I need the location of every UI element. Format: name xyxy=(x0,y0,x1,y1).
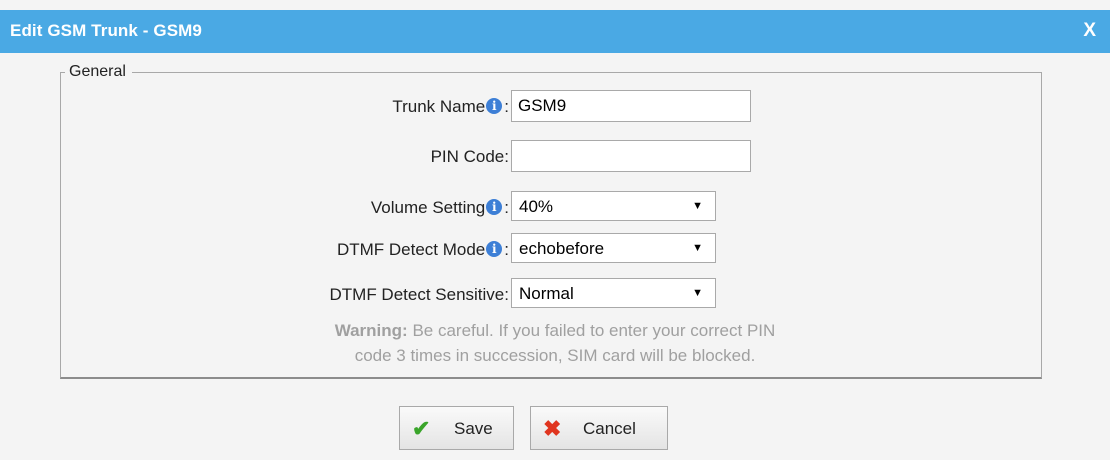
dialog-title: Edit GSM Trunk - GSM9 xyxy=(10,21,202,40)
cancel-label: Cancel xyxy=(583,419,636,438)
volume-setting-value: 40% xyxy=(519,197,554,216)
save-label: Save xyxy=(454,419,493,438)
warning-line-2: code 3 times in succession, SIM card wil… xyxy=(354,346,756,365)
close-button[interactable]: X xyxy=(1083,20,1096,42)
info-icon[interactable]: i xyxy=(486,241,503,257)
dtmf-detect-sensitive-select[interactable]: Normal ▼ xyxy=(511,278,716,308)
save-button[interactable]: ✔ Save xyxy=(399,406,514,450)
dialog-titlebar: Edit GSM Trunk - GSM9 X xyxy=(0,10,1110,53)
pin-code-label: PIN Code: xyxy=(430,147,509,166)
info-icon[interactable]: i xyxy=(486,98,503,114)
cross-icon: ✖ xyxy=(543,416,562,441)
dtmf-detect-mode-value: echobefore xyxy=(519,239,605,258)
volume-setting-label: Volume Setting xyxy=(370,198,486,217)
label-colon: : xyxy=(504,198,509,217)
general-legend: General xyxy=(69,63,126,80)
label-colon: : xyxy=(504,97,509,116)
warning-line-1: Warning: Be careful. If you failed to en… xyxy=(0,318,1110,343)
check-icon: ✔ xyxy=(412,416,431,441)
trunk-name-label: Trunk Name xyxy=(392,97,486,116)
trunk-name-label-group: Trunk Name i: xyxy=(392,97,509,117)
dtmf-detect-sensitive-value: Normal xyxy=(519,284,574,303)
volume-setting-row: Volume Setting i: 40% ▼ xyxy=(0,191,1110,223)
dropdown-arrow-icon: ▼ xyxy=(692,200,703,212)
dtmf-detect-mode-row: DTMF Detect Mode i: echobefore ▼ xyxy=(0,233,1110,265)
pin-code-row: PIN Code: xyxy=(0,140,1110,172)
warning-strong: Warning: xyxy=(334,321,408,340)
trunk-name-row: Trunk Name i: xyxy=(0,90,1110,122)
dtmf-detect-mode-label: DTMF Detect Mode xyxy=(336,240,486,259)
dtmf-detect-sensitive-label: DTMF Detect Sensitive: xyxy=(329,285,510,304)
trunk-name-input[interactable] xyxy=(511,90,751,122)
dtmf-detect-sensitive-row: DTMF Detect Sensitive: Normal ▼ xyxy=(0,278,1110,310)
dropdown-arrow-icon: ▼ xyxy=(692,242,703,254)
pin-warning-text: Warning: Be careful. If you failed to en… xyxy=(0,318,1110,368)
label-colon: : xyxy=(504,240,509,259)
warning-line-1-text: Be careful. If you failed to enter your … xyxy=(412,321,776,340)
cancel-button[interactable]: ✖ Cancel xyxy=(530,406,668,450)
dtmf-detect-mode-select[interactable]: echobefore ▼ xyxy=(511,233,716,263)
volume-setting-select[interactable]: 40% ▼ xyxy=(511,191,716,221)
dtmf-detect-mode-label-group: DTMF Detect Mode i: xyxy=(337,240,509,260)
volume-setting-label-group: Volume Setting i: xyxy=(371,198,509,218)
edit-gsm-trunk-dialog: Edit GSM Trunk - GSM9 X General Trunk Na… xyxy=(0,0,1110,460)
info-icon[interactable]: i xyxy=(486,199,503,215)
pin-code-input[interactable] xyxy=(511,140,751,172)
dropdown-arrow-icon: ▼ xyxy=(692,287,703,299)
